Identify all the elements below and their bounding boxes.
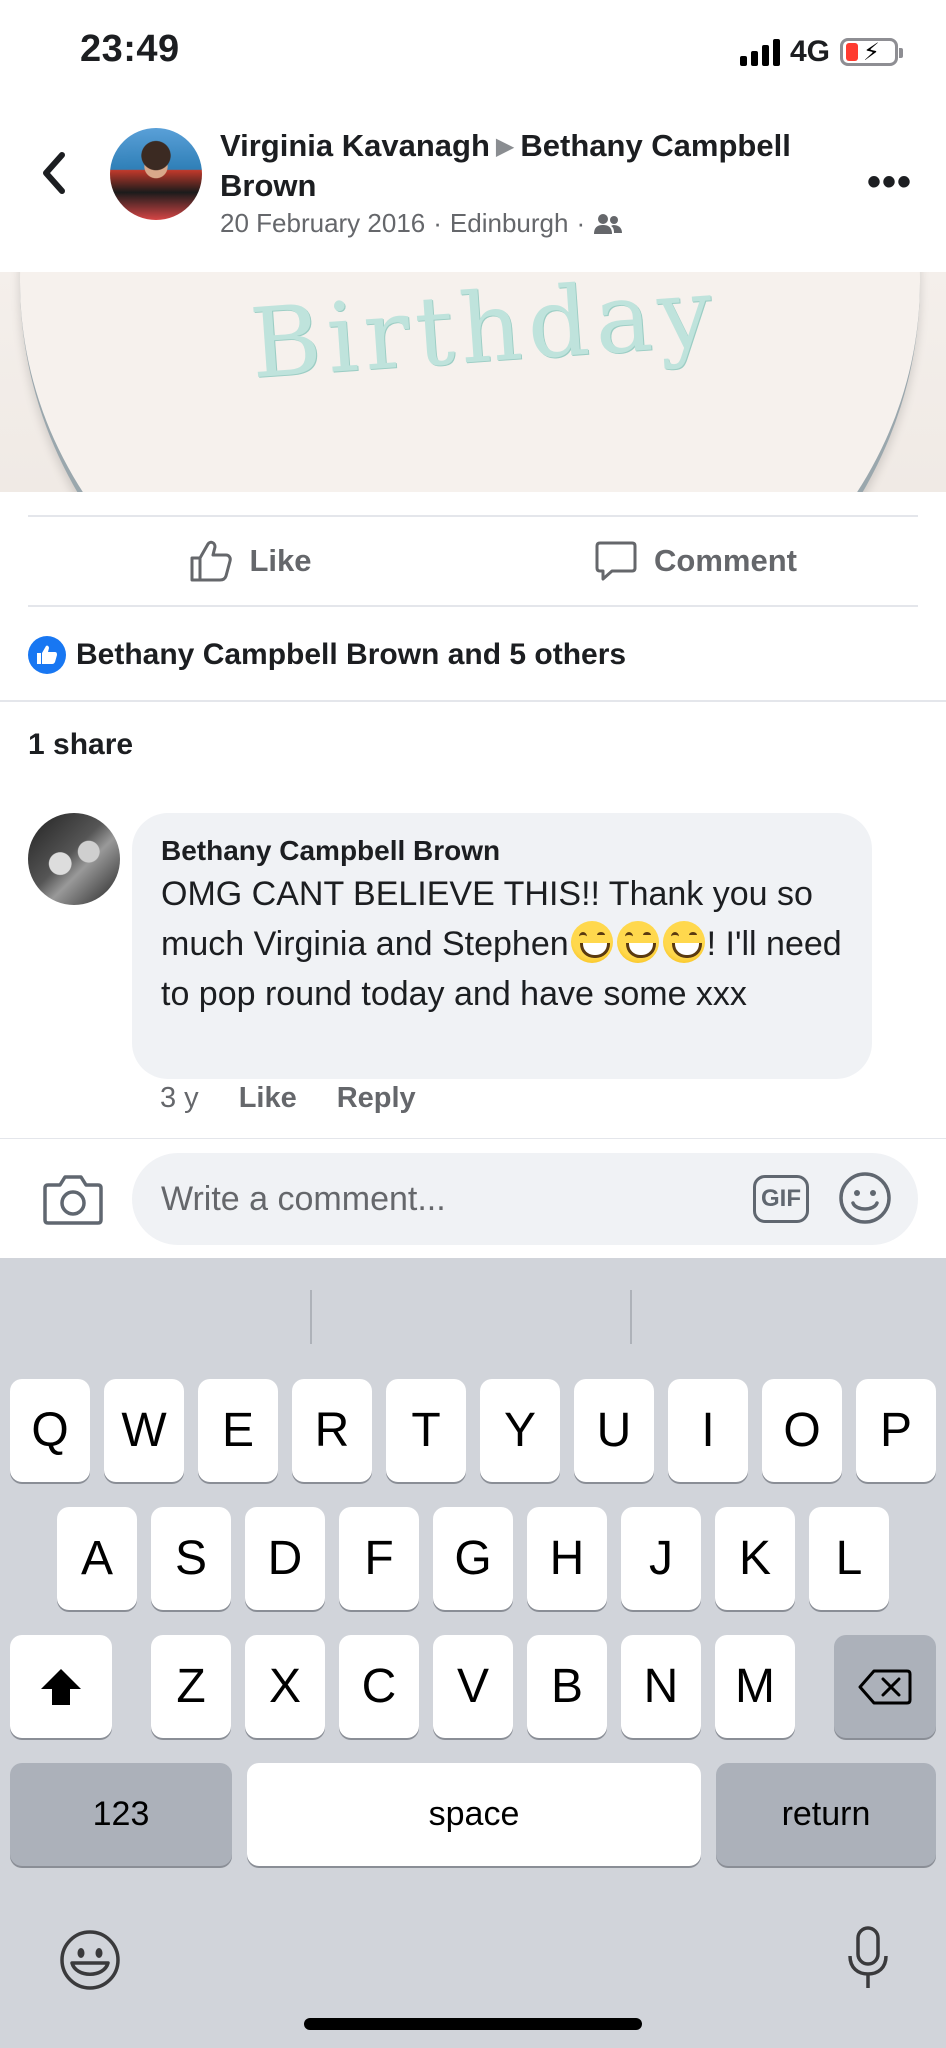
author-name[interactable]: Virginia Kavanagh [220, 128, 490, 163]
comment-text: OMG CANT BELIEVE THIS!! Thank you so muc… [161, 875, 842, 1013]
key-l[interactable]: L [809, 1507, 889, 1610]
like-button[interactable]: Like [28, 517, 473, 605]
comment-bubble: Bethany Campbell Brown OMG CANT BELIEVE … [132, 813, 872, 1079]
comment-age: 3 y [160, 1082, 199, 1114]
return-key[interactable]: return [716, 1763, 936, 1866]
key-i[interactable]: I [668, 1379, 748, 1482]
key-d[interactable]: D [245, 1507, 325, 1610]
post-title: Virginia Kavanagh ▶ Bethany Campbell Brown [220, 126, 840, 205]
key-b[interactable]: B [527, 1635, 607, 1738]
numbers-key[interactable]: 123 [10, 1763, 232, 1866]
key-t[interactable]: T [386, 1379, 466, 1482]
gif-button[interactable]: GIF [753, 1175, 809, 1223]
key-k[interactable]: K [715, 1507, 795, 1610]
comment-icon [595, 541, 637, 581]
key-x[interactable]: X [245, 1635, 325, 1738]
back-button[interactable] [34, 148, 74, 198]
backspace-key[interactable] [834, 1635, 936, 1738]
post-location[interactable]: Edinburgh [450, 208, 569, 239]
key-u[interactable]: U [574, 1379, 654, 1482]
suggestion-divider [630, 1290, 632, 1344]
microphone-icon[interactable] [846, 1926, 890, 1992]
post-date[interactable]: 20 February 2016 [220, 208, 425, 239]
shift-key[interactable] [10, 1635, 112, 1738]
key-n[interactable]: N [621, 1635, 701, 1738]
status-indicators: 4G ⚡ [739, 34, 903, 70]
author-avatar[interactable] [110, 128, 202, 220]
key-m[interactable]: M [715, 1635, 795, 1738]
status-bar: 23:49 4G ⚡ [0, 0, 946, 100]
meta-separator: · [576, 208, 586, 238]
comment-author[interactable]: Bethany Campbell Brown [161, 833, 844, 869]
compose-bar: GIF [0, 1138, 946, 1258]
reactions-summary[interactable]: Bethany Campbell Brown and 5 others [28, 630, 626, 680]
shares-count[interactable]: 1 share [28, 728, 133, 762]
post-header: Virginia Kavanagh ▶ Bethany Campbell Brown… [0, 100, 946, 272]
key-y[interactable]: Y [480, 1379, 560, 1482]
key-c[interactable]: C [339, 1635, 419, 1738]
key-o[interactable]: O [762, 1379, 842, 1482]
key-j[interactable]: J [621, 1507, 701, 1610]
signal-icon [739, 38, 780, 66]
emoji-picker-icon[interactable] [838, 1171, 892, 1225]
key-f[interactable]: F [339, 1507, 419, 1610]
like-reaction-icon [28, 636, 66, 674]
comment-meta: 3 y Like Reply [160, 1082, 416, 1115]
battery-icon: ⚡ [840, 38, 903, 66]
grinning-emoji-icon [662, 921, 705, 963]
key-r[interactable]: R [292, 1379, 372, 1482]
camera-icon[interactable] [42, 1169, 104, 1229]
arrow-right-icon: ▶ [495, 133, 515, 160]
key-a[interactable]: A [57, 1507, 137, 1610]
post-meta: 20 February 2016 · Edinburgh · [220, 208, 623, 239]
divider [0, 700, 946, 702]
key-v[interactable]: V [433, 1635, 513, 1738]
home-indicator[interactable] [304, 2018, 642, 2030]
meta-separator: · [433, 208, 442, 238]
comment-button[interactable]: Comment [473, 517, 918, 605]
comment-label: Comment [654, 543, 797, 578]
space-key[interactable]: space [247, 1763, 701, 1866]
post-actions: Like Comment [28, 515, 918, 607]
key-s[interactable]: S [151, 1507, 231, 1610]
friends-icon [594, 213, 623, 234]
suggestion-divider [310, 1290, 312, 1344]
network-type: 4G [789, 35, 830, 68]
post-image[interactable]: Birthday [0, 272, 946, 492]
comment-like-button[interactable]: Like [239, 1082, 297, 1115]
chevron-left-icon [43, 152, 65, 194]
reactions-text: Bethany Campbell Brown and 5 others [76, 638, 627, 671]
grinning-emoji-icon [616, 921, 659, 963]
key-w[interactable]: W [104, 1379, 184, 1482]
key-q[interactable]: Q [10, 1379, 90, 1482]
shift-icon [41, 1668, 81, 1705]
comment-reply-button[interactable]: Reply [337, 1082, 416, 1115]
emoji-keyboard-icon[interactable] [58, 1928, 122, 1992]
key-e[interactable]: E [198, 1379, 278, 1482]
backspace-icon [858, 1669, 912, 1704]
commenter-avatar[interactable] [28, 813, 120, 905]
key-p[interactable]: P [856, 1379, 936, 1482]
more-options-button[interactable]: ••• [867, 160, 912, 205]
status-time: 23:49 [80, 28, 180, 70]
key-h[interactable]: H [527, 1507, 607, 1610]
thumbs-up-icon [190, 540, 233, 582]
key-z[interactable]: Z [151, 1635, 231, 1738]
key-g[interactable]: G [433, 1507, 513, 1610]
like-label: Like [249, 543, 312, 578]
grinning-emoji-icon [570, 921, 613, 963]
